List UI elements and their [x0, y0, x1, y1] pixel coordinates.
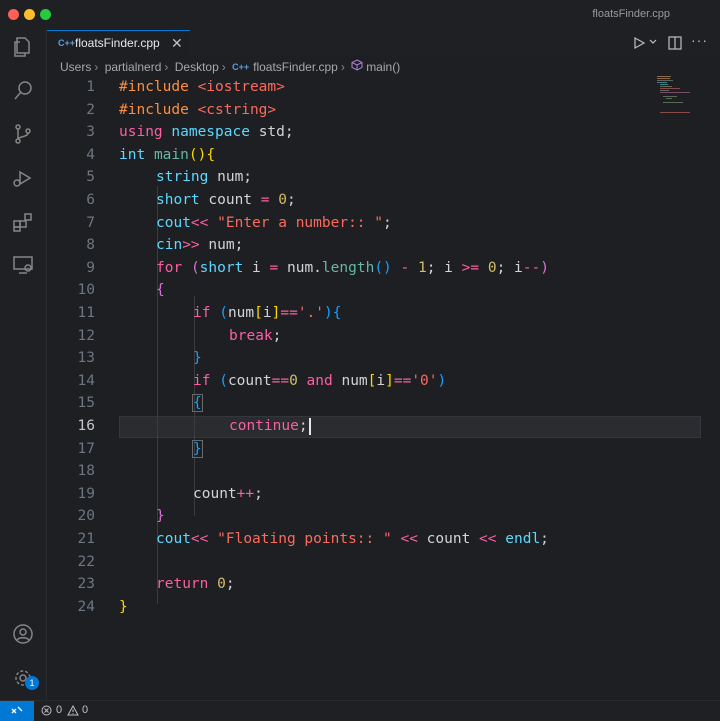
code-line: 20}	[77, 508, 165, 525]
breadcrumb-symbol[interactable]: main()	[366, 60, 400, 74]
cpp-file-icon: C++	[232, 61, 250, 72]
code-line: 2 #include <cstring>	[86, 101, 277, 118]
code-line: 14 if (count==0 and num[i]=='0')	[77, 372, 447, 389]
code-line: 15{	[77, 394, 203, 413]
split-editor-icon[interactable]	[668, 36, 682, 50]
explorer-icon[interactable]	[11, 35, 35, 59]
maximize-window-button[interactable]	[40, 9, 51, 20]
code-line: 23 return 0;	[77, 576, 235, 593]
warning-count[interactable]: 0	[82, 704, 88, 716]
code-line: 4 int main(){	[86, 146, 216, 163]
close-window-button[interactable]	[8, 9, 19, 20]
code-line-active: 16 continue;	[47, 415, 720, 437]
warning-icon[interactable]	[67, 705, 79, 716]
accounts-icon[interactable]	[11, 622, 35, 646]
activity-bar	[0, 30, 47, 700]
code-line: 6 short count = 0;	[86, 192, 296, 208]
error-icon[interactable]	[41, 705, 52, 716]
code-line: 22	[77, 553, 95, 570]
run-icon[interactable]	[633, 37, 645, 49]
code-line: 17}	[77, 439, 203, 458]
window-title: floatsFinder.cpp	[592, 8, 670, 20]
more-actions-icon[interactable]: ···	[691, 32, 708, 48]
remote-icon	[11, 706, 23, 714]
code-line: 19 count++;	[77, 485, 263, 502]
extensions-icon[interactable]	[11, 210, 35, 234]
breadcrumb-desktop[interactable]: Desktop	[175, 60, 219, 74]
breadcrumb-partialnerd[interactable]: partialnerd	[105, 60, 162, 74]
code-line: 12 break;	[77, 327, 282, 344]
code-line: 8 cin>> num;	[86, 237, 244, 254]
error-count[interactable]: 0	[56, 704, 62, 716]
remote-indicator[interactable]	[0, 701, 34, 721]
code-line: 3 using namespace std;	[86, 124, 294, 141]
method-cube-icon	[351, 59, 363, 74]
code-line: 1 #include <iostream>	[86, 79, 285, 95]
code-line: 18	[77, 463, 95, 480]
tab-bar: C++ floatsFinder.cpp ✕ ···	[47, 30, 720, 57]
remote-explorer-icon[interactable]	[11, 253, 35, 277]
code-line: 5 string num;	[86, 169, 253, 186]
code-line: 7 cout<< "Enter a number:: ";	[86, 214, 392, 231]
breadcrumb-file[interactable]: floatsFinder.cpp	[253, 60, 338, 74]
minimap[interactable]	[657, 76, 707, 116]
settings-badge: 1	[25, 676, 39, 690]
text-cursor	[308, 417, 311, 435]
source-control-icon[interactable]	[11, 122, 35, 146]
code-line: 24}	[77, 598, 128, 615]
chevron-down-icon[interactable]	[649, 38, 657, 46]
breadcrumb-users[interactable]: Users	[60, 60, 91, 74]
code-line: 21 cout<< "Floating points:: " << count <…	[77, 531, 549, 547]
code-line: 13}	[77, 350, 202, 367]
status-bar: 0 0	[0, 700, 720, 721]
code-line: 11 if (num[i]=='.'){	[77, 305, 342, 321]
code-line: 10{	[77, 282, 165, 299]
tab-label: floatsFinder.cpp	[75, 36, 160, 50]
cpp-file-icon: C++	[58, 38, 76, 48]
breadcrumb: Users › partialnerd › Desktop › C++ floatsFi…	[60, 59, 401, 74]
tab-floatsfinder[interactable]: C++ floatsFinder.cpp ✕	[47, 30, 190, 57]
search-icon[interactable]	[11, 79, 35, 103]
minimize-window-button[interactable]	[24, 9, 35, 20]
code-line: 9 for (short i = num.length() - 1; i >= 0…	[86, 259, 549, 276]
title-bar: floatsFinder.cpp	[0, 0, 720, 30]
run-debug-icon[interactable]	[11, 166, 35, 190]
close-tab-icon[interactable]: ✕	[171, 35, 183, 52]
code-editor[interactable]: 1 #include <iostream> 2 #include <cstring>…	[47, 76, 720, 700]
